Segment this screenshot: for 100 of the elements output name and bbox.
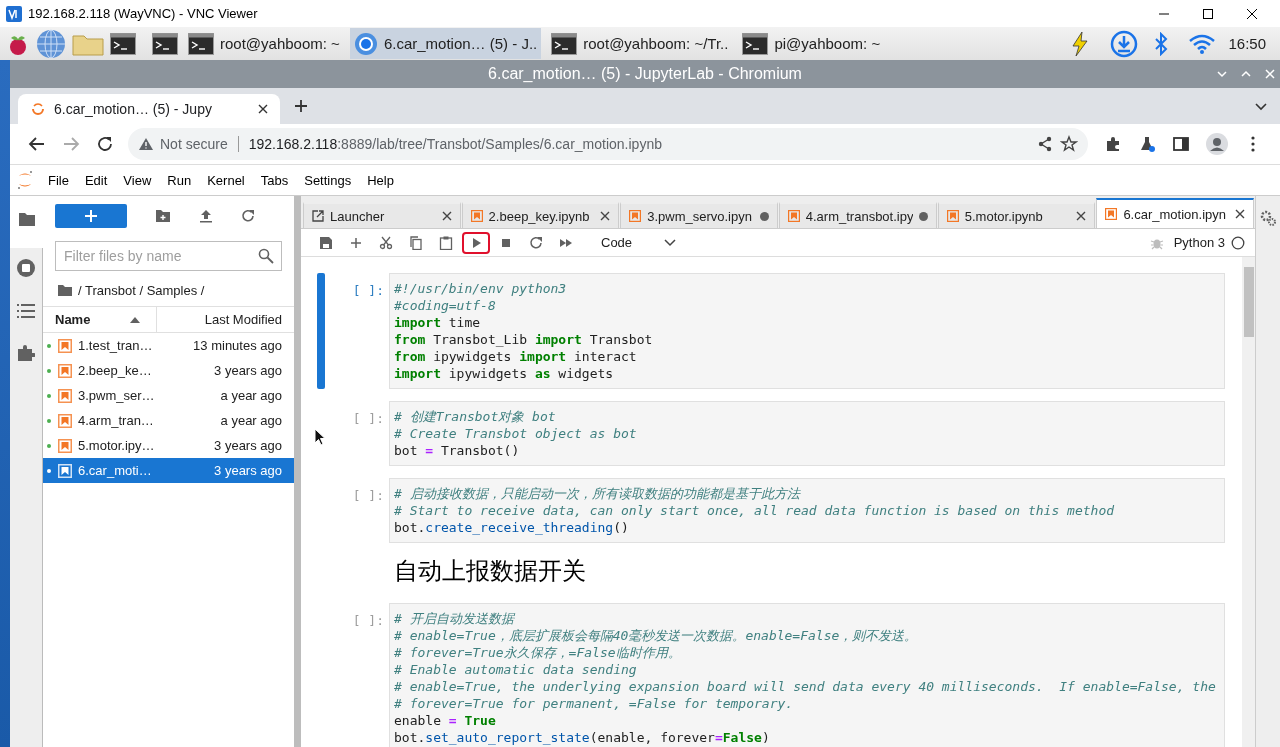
menu-item[interactable]: Kernel [199,172,253,188]
notebook-icon [58,363,72,378]
new-launcher-button[interactable] [55,204,127,228]
scrollbar[interactable] [1242,257,1255,747]
close-icon[interactable] [1076,211,1087,221]
code-line: # 创建Transbot对象 bot [394,408,557,425]
copy-icon [409,235,423,250]
puzzle-icon[interactable] [1104,135,1122,153]
code-line: # forever=True for permanent, =False for temporary. [394,695,795,712]
new-folder-icon[interactable] [155,209,171,223]
close-icon[interactable] [600,211,611,221]
notebook-tab[interactable]: 3.pwm_servo.ipyn [620,202,778,228]
close-icon[interactable] [1247,8,1257,19]
code-cell[interactable]: #!/usr/bin/env python3 #coding=utf-8 import time from Transbot_Lib import Transbot from ipywidgets import interact import ipywidgets as widgets [389,273,1225,389]
code-line: #coding=utf-8 [394,297,497,314]
url-text: 192.168.2.118:8889/lab/tree/Transbot/Samples/6.car_motion.ipynb [248,136,662,152]
notebook-icon [470,210,483,222]
code-line: bot.set_auto_report_state(enable, forever=False) [394,729,771,746]
bluetooth-icon[interactable] [1154,31,1169,56]
list-icon[interactable] [17,304,35,318]
gears-icon[interactable] [1260,210,1276,226]
maximize-icon[interactable] [1203,8,1213,19]
file-row[interactable]: 5.motor.ipy… 3 years ago [43,433,294,458]
puzzle-icon[interactable] [17,344,35,362]
browser-tab[interactable]: 6.car_motion… (5) - Jupy [18,94,280,124]
taskbar-window-button[interactable]: 6.car_motion… (5) - J.. [349,28,542,59]
upload-icon[interactable] [199,209,213,223]
file-name: 6.car_moti… [78,463,153,478]
code-line: from ipywidgets import interact [394,348,638,365]
close-icon[interactable] [258,104,268,114]
code-line: import ipywidgets as widgets [394,365,615,382]
close-icon[interactable] [441,211,452,221]
menu-item[interactable]: Run [159,172,200,188]
menu-item[interactable]: Edit [76,172,116,188]
download-icon[interactable] [1110,29,1139,58]
share-icon[interactable] [1036,135,1054,153]
code-line: # Create Transbot object as bot [394,425,638,442]
modified-time: 3 years ago [214,363,282,378]
modified-time: a year ago [220,388,282,403]
breadcrumb[interactable]: / Transbot / Samples / [78,282,205,298]
code-cell[interactable]: # 启动接收数据，只能启动一次，所有读取数据的功能都是基于此方法 # Start to receive data, can only start once, all read data function is based on this method bot.create_receive_threading() [389,478,1225,543]
code-line: #!/usr/bin/env python3 [394,280,568,297]
code-cell[interactable] [389,603,1225,747]
modified-time: 13 minutes ago [193,338,282,353]
search-icon [258,248,274,264]
clock: 16:50 [1228,35,1266,52]
menu-item[interactable]: Help [359,172,402,188]
notebook-tab[interactable]: Launcher [303,202,461,228]
code-line: # forever=True永久保存，=False临时作用。 [394,644,682,661]
taskbar-window-button[interactable]: root@yahboom: ~/Tr.. [547,28,733,59]
lightning-icon[interactable] [1070,30,1091,57]
avatar-icon[interactable] [1206,133,1228,155]
back-icon[interactable] [28,135,46,153]
file-row[interactable]: 2.beep_ke… 3 years ago [43,358,294,383]
close-icon[interactable] [1234,209,1245,219]
file-name: 1.test_tran… [78,338,154,353]
side-panel-icon[interactable] [1172,135,1190,153]
reload-icon[interactable] [96,135,114,153]
flask-icon[interactable] [1138,135,1156,153]
notebook-icon [58,438,72,453]
notebook-icon [946,210,959,222]
folder-icon[interactable] [58,284,72,296]
wifi-icon[interactable] [1188,32,1217,55]
column-header[interactable]: Name [43,307,157,332]
file-row[interactable]: 1.test_tran… 13 minutes ago [43,333,294,358]
terminal-icon [551,32,578,55]
menu-item[interactable]: View [115,172,160,188]
kernel-name[interactable]: Python 3 [1173,235,1225,250]
cell-type-dropdown[interactable]: Code [597,235,681,250]
notebook-tab[interactable]: 2.beep_key.ipynb [461,202,620,228]
stop-circle-icon[interactable] [16,258,36,278]
menu-item[interactable]: File [40,172,77,188]
star-icon[interactable] [1060,135,1078,153]
new-tab-icon[interactable] [294,99,308,113]
file-row[interactable]: 3.pwm_ser… a year ago [43,383,294,408]
file-row[interactable]: 4.arm_tran… a year ago [43,408,294,433]
filter-field[interactable]: Filter files by name [55,241,282,271]
taskbar-window-button[interactable]: root@yahboom: ~ [184,28,344,59]
column-header[interactable]: Last Modified [157,307,294,332]
file-row[interactable]: 6.car_moti… 3 years ago [43,458,294,483]
menu-item[interactable]: Tabs [252,172,297,188]
folder-icon[interactable] [17,211,36,227]
globe-icon[interactable] [36,28,66,59]
browser-window-title: 6.car_motion… (5) - JupyterLab - Chromium [488,65,802,83]
code-cell[interactable]: # 创建Transbot对象 bot # Create Transbot object as bot bot = Transbot() [389,401,1225,466]
play-button[interactable] [461,230,491,255]
notebook-tab[interactable]: 5.motor.ipynb [937,202,1096,228]
notebook-icon [58,413,72,428]
refresh-icon[interactable] [241,209,255,223]
notebook-tab[interactable]: 6.car_motion.ipyn [1096,198,1254,228]
terminal-icon [152,32,178,55]
code-line: bot.create_receive_threading() [394,519,630,536]
cell-prompt: [ ]: [351,282,385,300]
code-line: # 启动接收数据，只能启动一次，所有读取数据的功能都是基于此方法 [394,485,802,502]
plus-icon [349,235,363,250]
code-line: # Enable automatic data sending [394,661,638,678]
notebook-tab[interactable]: 4.arm_transbot.ipy [778,202,937,228]
taskbar-window-button[interactable]: pi@yahboom: ~ [738,28,885,59]
menu-item[interactable]: Settings [296,172,360,188]
address-bar[interactable]: Not secure 192.168.2.118:8889/lab/tree/Transbot/Samples/6.car_motion.ipynb [128,128,1088,160]
